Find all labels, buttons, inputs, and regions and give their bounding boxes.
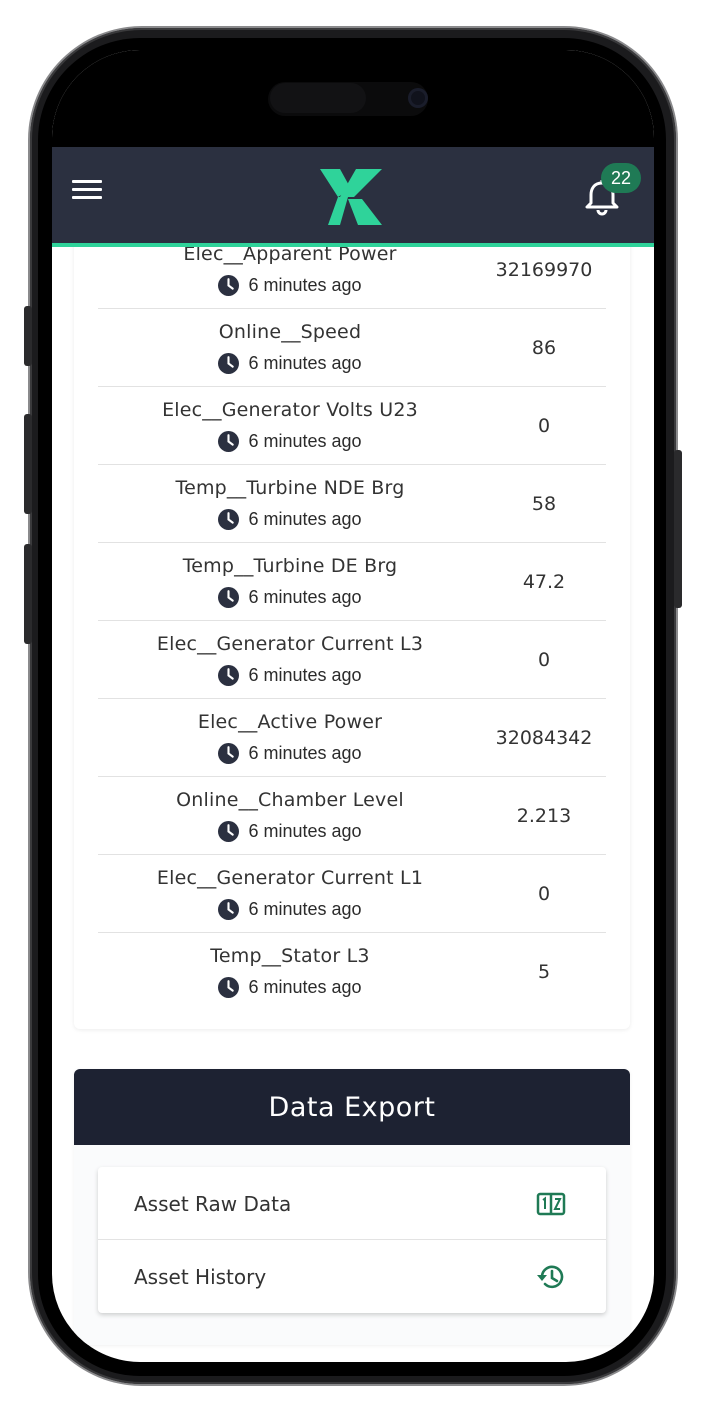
clock-icon [218, 743, 240, 764]
reading-name: Online__Speed [218, 321, 362, 343]
reading-timestamp-text: 6 minutes ago [248, 665, 362, 685]
reading-name: Online__Chamber Level [176, 789, 404, 811]
reading-value: 2.213 [516, 805, 572, 827]
phone-volume-up-button [24, 414, 32, 514]
reading-timestamp-text: 6 minutes ago [248, 431, 362, 451]
reading-timestamp-text: 6 minutes ago [248, 275, 362, 295]
phone-volume-down-button [24, 544, 32, 644]
reading-name: Elec__Generator Current L1 [156, 867, 424, 889]
reading-name: Temp__Turbine DE Brg [182, 555, 398, 577]
reading-timestamp-text: 6 minutes ago [248, 821, 362, 841]
clock-icon [218, 431, 240, 452]
reading-timestamp-text: 6 minutes ago [248, 743, 362, 763]
clock-icon [218, 665, 240, 686]
reading-value: 0 [537, 883, 551, 905]
reading-timestamp: 6 minutes ago [98, 353, 482, 374]
reading-timestamp-text: 6 minutes ago [248, 899, 362, 919]
reading-row[interactable]: Elec__Generator Current L1 6 minutes ago 0 [98, 855, 606, 933]
history-icon [537, 1265, 564, 1289]
asset-history-label: Asset History [134, 1264, 267, 1289]
clock-icon [218, 899, 240, 920]
reading-row[interactable]: Temp__Turbine DE Brg 6 minutes ago 47.2 [98, 543, 606, 621]
clock-icon [218, 821, 240, 842]
status-bar [52, 50, 654, 147]
data-export-title: Data Export [74, 1069, 630, 1145]
reading-timestamp-text: 6 minutes ago [248, 509, 362, 529]
reading-row[interactable]: Elec__Generator Volts U23 6 minutes ago 0 [98, 387, 606, 465]
reading-name: Elec__Apparent Power [183, 247, 397, 265]
reading-value: 0 [537, 415, 551, 437]
reading-value: 32169970 [495, 259, 593, 281]
clock-icon [218, 353, 240, 374]
reading-value: 5 [537, 961, 551, 983]
reading-timestamp: 6 minutes ago [98, 275, 482, 296]
reading-row[interactable]: Elec__Generator Current L3 6 minutes ago 0 [98, 621, 606, 699]
main-content[interactable]: Elec__Apparent Power 6 minutes ago 3216997… [52, 247, 654, 1362]
reading-row[interactable]: Temp__Turbine NDE Brg 6 minutes ago 58 [98, 465, 606, 543]
notification-badge[interactable]: 22 [601, 163, 641, 193]
reading-timestamp: 6 minutes ago [98, 821, 482, 842]
reading-timestamp-text: 6 minutes ago [248, 977, 362, 997]
menu-icon-bar [72, 180, 102, 183]
reading-timestamp: 6 minutes ago [98, 509, 482, 530]
reading-row[interactable]: Temp__Stator L3 6 minutes ago 5 [98, 933, 606, 1011]
asset-history-item[interactable]: Asset History [98, 1240, 606, 1313]
clock-icon [218, 275, 240, 296]
readings-list: Elec__Apparent Power 6 minutes ago 3216997… [98, 247, 606, 1011]
reading-row[interactable]: Elec__Apparent Power 6 minutes ago 3216997… [98, 247, 606, 309]
reading-value: 86 [531, 337, 557, 359]
clock-icon [218, 587, 240, 608]
menu-icon-bar [72, 188, 102, 191]
reading-timestamp: 6 minutes ago [98, 587, 482, 608]
reading-value: 47.2 [522, 571, 566, 593]
dynamic-island-sensor [270, 83, 366, 113]
clock-icon [218, 977, 240, 998]
reading-timestamp: 6 minutes ago [98, 665, 482, 686]
front-camera [408, 88, 428, 108]
reading-timestamp: 6 minutes ago [98, 977, 482, 998]
reading-name: Elec__Generator Volts U23 [162, 399, 418, 421]
data-export-list: Asset Raw Data Asset History [98, 1167, 606, 1313]
reading-timestamp: 6 minutes ago [98, 743, 482, 764]
phone-screen: 22 Elec__Apparent Power 6 minutes ago 3216… [52, 50, 654, 1362]
reading-value: 58 [531, 493, 557, 515]
data-export-card: Data Export Asset Raw Data Asset History [74, 1069, 630, 1345]
reading-name: Temp__Turbine NDE Brg [175, 477, 405, 499]
reading-timestamp-text: 6 minutes ago [248, 353, 362, 373]
reading-value: 32084342 [495, 727, 593, 749]
reading-row[interactable]: Elec__Active Power 6 minutes ago 32084342 [98, 699, 606, 777]
reading-row[interactable]: Online__Chamber Level 6 minutes ago 2.213 [98, 777, 606, 855]
reading-name: Temp__Stator L3 [210, 945, 370, 967]
reading-timestamp: 6 minutes ago [98, 431, 482, 452]
menu-icon[interactable] [72, 180, 102, 202]
clock-icon [218, 509, 240, 530]
phone-power-button [674, 450, 682, 608]
menu-icon-bar [72, 196, 102, 199]
reading-value: 0 [537, 649, 551, 671]
asset-raw-data-item[interactable]: Asset Raw Data [98, 1167, 606, 1240]
phone-action-button [24, 306, 32, 366]
reading-name: Elec__Generator Current L3 [156, 633, 424, 655]
asset-raw-data-label: Asset Raw Data [134, 1191, 292, 1216]
reading-row[interactable]: Online__Speed 6 minutes ago 86 [98, 309, 606, 387]
reading-timestamp-text: 6 minutes ago [248, 587, 362, 607]
reading-name: Elec__Active Power [197, 711, 383, 733]
app-header: 22 [52, 147, 654, 247]
app-logo[interactable] [318, 167, 384, 227]
reading-timestamp: 6 minutes ago [98, 899, 482, 920]
raw-data-icon [536, 1192, 566, 1216]
